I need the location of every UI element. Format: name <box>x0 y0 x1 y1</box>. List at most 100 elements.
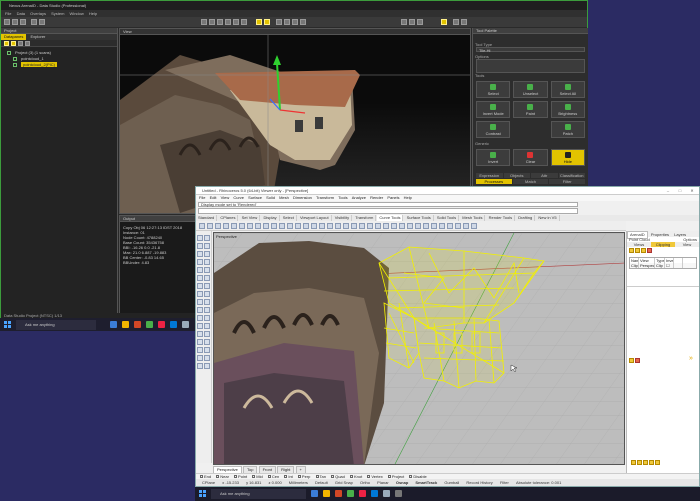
app-icon[interactable] <box>182 321 189 328</box>
dup-border-icon[interactable] <box>471 223 477 229</box>
match-icon[interactable] <box>351 223 357 229</box>
view-right-icon[interactable] <box>225 19 231 25</box>
tab-properties[interactable]: Properties <box>649 232 671 238</box>
windows-start-icon[interactable] <box>199 490 207 498</box>
join-icon[interactable] <box>197 339 203 345</box>
fair-icon[interactable] <box>367 223 373 229</box>
rhino-app-icon[interactable] <box>359 490 366 497</box>
command-input[interactable] <box>198 208 578 214</box>
maximize-icon[interactable]: □ <box>674 187 686 195</box>
status-record-history[interactable]: Record History <box>466 479 492 486</box>
pan-icon[interactable] <box>284 19 290 25</box>
extend-icon[interactable] <box>327 223 333 229</box>
folder-icon[interactable] <box>11 41 16 46</box>
circle-icon[interactable] <box>197 251 203 257</box>
tool-select-all-button[interactable]: Select All <box>550 81 585 98</box>
clip-icon[interactable] <box>417 19 423 25</box>
group-icon[interactable] <box>197 347 203 353</box>
dup-edge-icon[interactable] <box>463 223 469 229</box>
status-gumball[interactable]: Gumball <box>444 479 459 486</box>
view-back-icon[interactable] <box>209 19 215 25</box>
point-icon[interactable] <box>204 235 210 241</box>
menu-data[interactable]: Data <box>17 10 25 17</box>
table-row[interactable]: Clip Perspective Clip ☐ <box>630 263 696 268</box>
tab-objects[interactable]: Objects <box>503 173 530 178</box>
undo-icon[interactable] <box>31 19 37 25</box>
rotate-icon[interactable] <box>197 315 203 321</box>
open-icon[interactable] <box>12 19 18 25</box>
tab-match[interactable]: Match <box>512 179 549 184</box>
windows-start-icon[interactable] <box>4 321 12 329</box>
remove-icon[interactable] <box>18 41 23 46</box>
trim-icon[interactable] <box>311 223 317 229</box>
insert-knot-icon[interactable] <box>423 223 429 229</box>
tool-brightness-button[interactable]: Brightness <box>550 101 585 118</box>
contour-icon[interactable] <box>439 223 445 229</box>
status-cplane[interactable]: CPlane <box>202 479 215 486</box>
status-osnap[interactable]: Osnap <box>396 479 408 486</box>
points-on-icon[interactable] <box>407 223 413 229</box>
scale-icon[interactable] <box>204 315 210 321</box>
mirror-icon[interactable] <box>197 323 203 329</box>
box-icon[interactable] <box>197 283 203 289</box>
render-mode-icon[interactable] <box>256 19 262 25</box>
menu-help[interactable]: Help <box>404 195 412 201</box>
app-icon[interactable] <box>383 490 390 497</box>
menu-analyze[interactable]: Analyze <box>352 195 366 201</box>
explorer-icon[interactable] <box>323 490 330 497</box>
circle-icon[interactable] <box>223 223 229 229</box>
rebuild-icon[interactable] <box>287 223 293 229</box>
tab-clipping[interactable]: Clipping <box>651 242 675 247</box>
zoom-icon[interactable] <box>276 19 282 25</box>
layers-icon[interactable] <box>453 19 459 25</box>
data-studio-app-icon[interactable] <box>347 490 354 497</box>
new-icon[interactable] <box>4 19 10 25</box>
polygon-icon[interactable] <box>247 223 253 229</box>
boolean-icon[interactable] <box>204 291 210 297</box>
ungroup-icon[interactable] <box>204 347 210 353</box>
tool4-icon[interactable] <box>649 460 654 465</box>
tab-attr[interactable]: Attr <box>531 173 558 178</box>
status-ortho[interactable]: Ortho <box>360 479 370 486</box>
tab-views[interactable]: Views <box>627 242 651 247</box>
tool-contrast-button[interactable]: Contrast <box>476 121 511 138</box>
tab-filter[interactable]: Filter <box>549 179 586 184</box>
tool-invert-button[interactable]: Invert <box>476 149 511 166</box>
checkbox-icon[interactable] <box>13 57 17 61</box>
explode-icon[interactable] <box>303 223 309 229</box>
tab-expression[interactable]: Expression <box>476 173 503 178</box>
rhino-app-icon[interactable] <box>158 321 165 328</box>
delete-clip-icon[interactable] <box>647 248 652 253</box>
section-icon[interactable] <box>447 223 453 229</box>
text-icon[interactable] <box>204 355 210 361</box>
array-icon[interactable] <box>204 323 210 329</box>
menu-dimension[interactable]: Dimension <box>293 195 312 201</box>
measure-icon[interactable] <box>401 19 407 25</box>
minimize-icon[interactable]: – <box>662 187 674 195</box>
menu-mesh[interactable]: Mesh <box>279 195 289 201</box>
tool1-icon[interactable] <box>631 460 636 465</box>
checkbox-icon[interactable] <box>7 51 11 55</box>
view-top-icon[interactable] <box>233 19 239 25</box>
view-left-icon[interactable] <box>217 19 223 25</box>
chamfer-icon[interactable] <box>263 223 269 229</box>
mesh-icon[interactable] <box>197 291 203 297</box>
render-icon[interactable] <box>204 363 210 369</box>
split-icon[interactable] <box>204 331 210 337</box>
menu-surface[interactable]: Surface <box>248 195 262 201</box>
add-icon[interactable] <box>4 41 9 46</box>
extrude-icon[interactable] <box>204 275 210 281</box>
simplify-icon[interactable] <box>359 223 365 229</box>
save-icon[interactable] <box>20 19 26 25</box>
tool-paint-button[interactable]: Paint <box>513 101 548 118</box>
rectangle-icon[interactable] <box>239 223 245 229</box>
add-icon[interactable] <box>629 358 634 363</box>
taskbar-search[interactable]: Ask me anything <box>16 320 96 330</box>
tab-view[interactable]: View <box>675 242 699 247</box>
status-planar[interactable]: Planar <box>377 479 389 486</box>
curve-icon[interactable] <box>199 223 205 229</box>
rectangle-icon[interactable] <box>204 259 210 265</box>
tab-processes[interactable]: Processes <box>476 179 512 184</box>
tool2-icon[interactable] <box>637 460 642 465</box>
points-off-icon[interactable] <box>415 223 421 229</box>
